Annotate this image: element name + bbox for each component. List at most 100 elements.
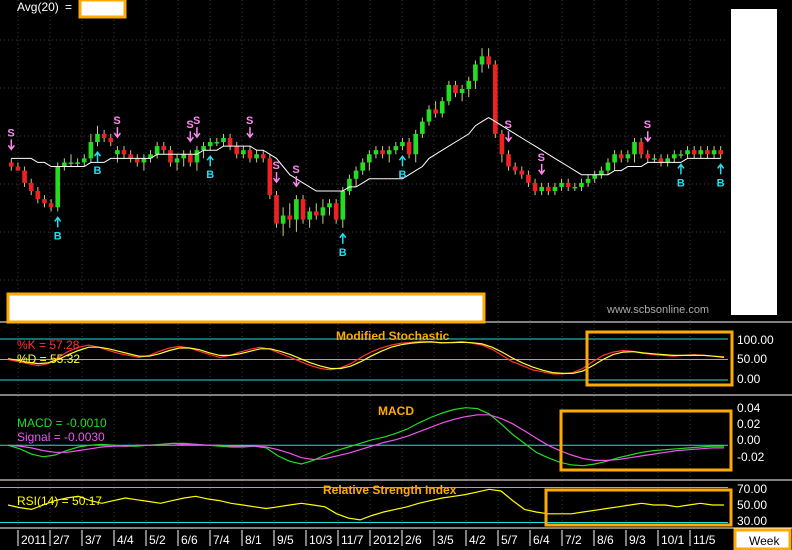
candle-body	[108, 137, 114, 143]
candle-body	[406, 142, 412, 155]
candle-body	[62, 162, 67, 167]
candle-body	[181, 154, 187, 159]
stochastic-k-label: %K = 57.28	[17, 338, 80, 352]
candle-body	[88, 142, 94, 159]
candle-body	[539, 186, 545, 192]
rsi-tick-50: 50.00	[737, 498, 767, 512]
stoch-tick-0: 0.00	[737, 372, 761, 386]
candle-body	[55, 166, 61, 208]
macd-tick-004: 0.04	[737, 401, 761, 415]
candle-body	[705, 150, 710, 155]
candle-body	[559, 182, 564, 187]
candle-body	[194, 150, 200, 163]
sell-signal: S	[505, 119, 512, 131]
candle-body	[492, 64, 498, 134]
x-tick-label: 8/1	[245, 533, 262, 547]
candle-body	[618, 154, 624, 159]
candle-body	[579, 182, 584, 187]
buy-signal: B	[717, 177, 725, 189]
x-tick-label: 4/2	[469, 533, 486, 547]
candle-body	[313, 211, 319, 216]
avg-label: Avg(20)	[17, 0, 59, 14]
x-tick-label: 9/3	[629, 533, 646, 547]
candle-body	[552, 186, 558, 192]
candle-body	[254, 154, 259, 159]
signal-label: Signal = -0.0030	[17, 430, 105, 444]
candle-body	[141, 158, 147, 163]
sell-signal: S	[273, 160, 280, 172]
candle-body	[433, 109, 438, 114]
buy-signal: B	[339, 247, 347, 259]
candle-body	[499, 133, 505, 155]
candle-body	[678, 154, 684, 156]
x-tick-label: 2/6	[405, 533, 422, 547]
candle-body	[691, 150, 697, 155]
x-tick-label: 3/5	[437, 533, 454, 547]
price-scale-panel	[731, 9, 777, 315]
candle-body	[572, 186, 578, 189]
candle-body	[638, 142, 644, 155]
candle-body	[115, 150, 120, 155]
x-tick-label: 4/4	[117, 533, 134, 547]
candle-body	[247, 150, 253, 159]
candle-body	[413, 133, 419, 155]
rsi-title: Relative Strength Index	[323, 483, 457, 497]
sell-signal: S	[292, 164, 299, 176]
candle-body	[532, 182, 538, 192]
candle-body	[519, 170, 525, 175]
candle-body	[260, 154, 266, 159]
candle-body	[214, 142, 220, 144]
x-tick-label: 7/2	[565, 533, 582, 547]
rsi-label: RSI(14) = 50.17	[17, 494, 102, 508]
candle-body	[466, 80, 472, 89]
candle-body	[280, 215, 286, 224]
candle-body	[68, 162, 74, 164]
candle-body	[35, 191, 41, 200]
x-tick-label: 11/7	[341, 533, 364, 547]
candle-body	[274, 195, 279, 224]
x-tick-label: 6/6	[181, 533, 198, 547]
candle-body	[652, 158, 657, 160]
candle-body	[373, 150, 379, 155]
x-tick-label: 6/4	[533, 533, 550, 547]
x-tick-label: 10/3	[309, 533, 333, 547]
x-tick-label: 5/7	[501, 533, 518, 547]
sell-signal: S	[538, 152, 545, 164]
rsi-tick-30: 30.00	[737, 514, 767, 528]
candle-body	[174, 158, 180, 163]
candle-body	[545, 186, 551, 192]
candle-body	[592, 174, 598, 179]
candle-body	[599, 170, 604, 175]
candle-body	[221, 137, 226, 143]
candle-body	[128, 154, 133, 159]
candle-body	[665, 158, 670, 163]
buy-signal: B	[94, 165, 102, 177]
macd-label: MACD = -0.0010	[17, 416, 107, 430]
stochastic-d-label: %D = 55.32	[17, 352, 80, 366]
candle-body	[380, 150, 385, 155]
x-tick-label: 2011	[21, 533, 47, 547]
sell-signal: S	[644, 119, 651, 131]
x-tick-label: 9/5	[277, 533, 294, 547]
candle-body	[227, 137, 233, 147]
candle-body	[526, 174, 531, 183]
candle-body	[327, 203, 332, 208]
macd-title: MACD	[378, 404, 414, 418]
macd-tick-neg002: -0.02	[737, 450, 765, 464]
stochastic-title: Modified Stochastic	[336, 329, 450, 343]
candle-body	[168, 150, 173, 163]
candle-body	[287, 215, 293, 220]
candle-body	[207, 142, 213, 147]
candle-body	[718, 150, 724, 155]
sell-signal: S	[246, 115, 253, 127]
candle-body	[360, 162, 366, 171]
stoch-tick-100: 100.00	[737, 333, 774, 347]
macd-tick-000: 0.00	[737, 433, 761, 447]
candle-body	[565, 182, 571, 187]
candle-body	[366, 154, 372, 163]
candle-body	[512, 166, 518, 171]
candle-body	[585, 178, 591, 183]
x-tick-label: 11/5	[693, 533, 716, 547]
candle-body	[453, 84, 458, 94]
candle-body	[439, 101, 445, 114]
